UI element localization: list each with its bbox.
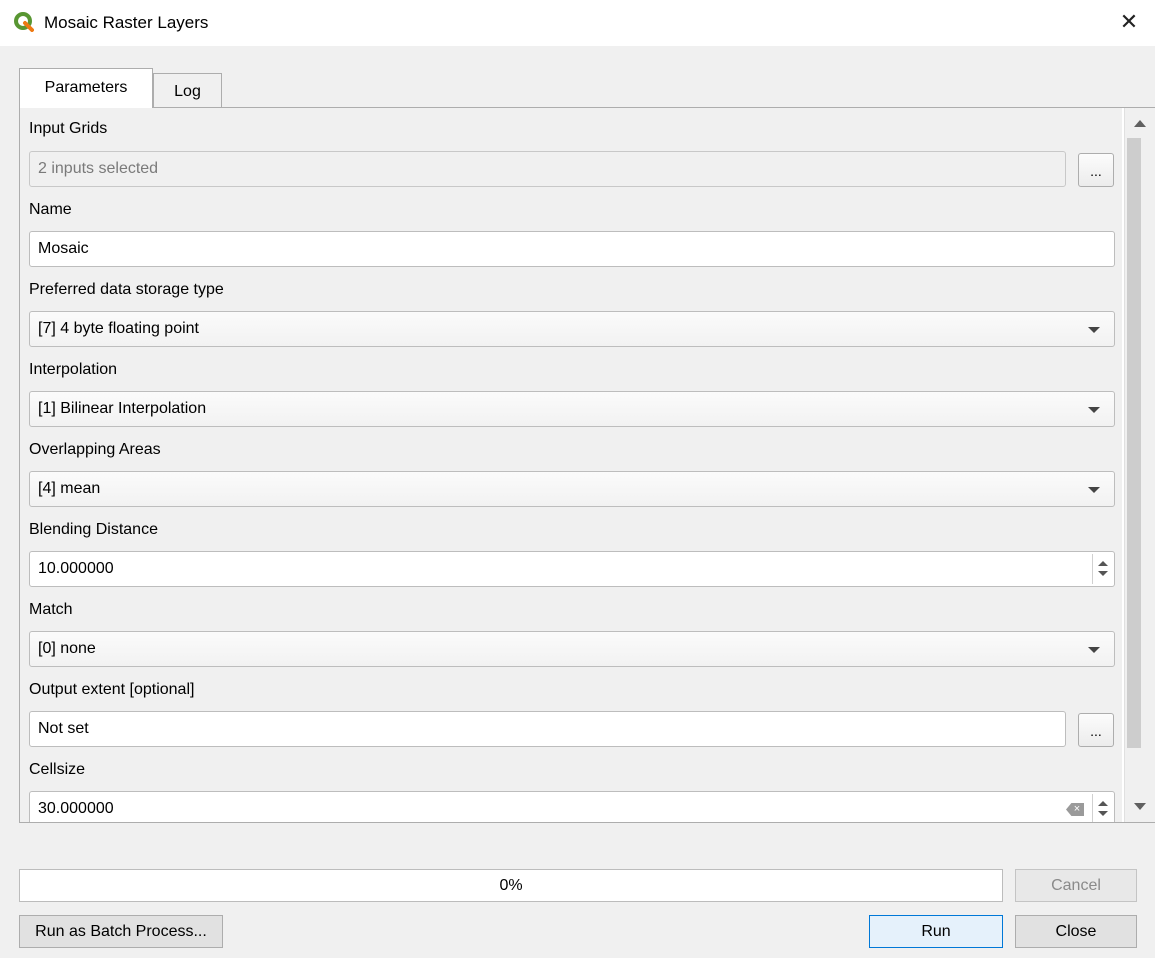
scroll-up-icon[interactable] bbox=[1134, 120, 1146, 127]
close-button[interactable]: Close bbox=[1015, 915, 1137, 948]
storage-type-value: [7] 4 byte floating point bbox=[38, 320, 199, 337]
interpolation-label: Interpolation bbox=[29, 361, 118, 378]
chevron-down-icon bbox=[1088, 647, 1100, 653]
overlapping-areas-value: [4] mean bbox=[38, 480, 101, 497]
title-bar: Mosaic Raster Layers ✕ bbox=[0, 0, 1155, 46]
cellsize-label: Cellsize bbox=[29, 761, 86, 778]
match-value: [0] none bbox=[38, 640, 96, 657]
spinner-arrows-icon[interactable] bbox=[1092, 794, 1112, 822]
cancel-button[interactable]: Cancel bbox=[1015, 869, 1137, 902]
run-as-batch-button[interactable]: Run as Batch Process... bbox=[19, 915, 223, 948]
window-title: Mosaic Raster Layers bbox=[44, 13, 209, 32]
scroll-down-icon[interactable] bbox=[1134, 803, 1146, 810]
match-label: Match bbox=[29, 601, 73, 618]
input-grids-label: Input Grids bbox=[29, 120, 108, 137]
chevron-down-icon bbox=[1088, 407, 1100, 413]
tab-parameters[interactable]: Parameters bbox=[19, 68, 153, 108]
scrollbar-thumb[interactable] bbox=[1127, 138, 1141, 748]
vertical-scrollbar[interactable] bbox=[1124, 108, 1155, 822]
tab-log[interactable]: Log bbox=[153, 73, 222, 108]
cellsize-field[interactable]: 30.000000 × bbox=[29, 791, 1115, 822]
output-extent-label: Output extent [optional] bbox=[29, 681, 195, 698]
spinner-arrows-icon[interactable] bbox=[1092, 554, 1112, 584]
name-field[interactable]: Mosaic bbox=[29, 231, 1115, 267]
run-button[interactable]: Run bbox=[869, 915, 1003, 948]
name-label: Name bbox=[29, 201, 72, 218]
parameters-scroll-area: Input Grids 2 inputs selected ... Name M… bbox=[20, 108, 1122, 822]
close-icon[interactable]: ✕ bbox=[1115, 8, 1143, 36]
blending-distance-field[interactable]: 10.000000 bbox=[29, 551, 1115, 587]
input-grids-field[interactable]: 2 inputs selected bbox=[29, 151, 1066, 187]
progress-bar: 0% bbox=[19, 869, 1003, 902]
cellsize-value: 30.000000 bbox=[38, 800, 114, 817]
output-extent-menu-button[interactable]: ... bbox=[1078, 713, 1114, 747]
match-select[interactable]: [0] none bbox=[29, 631, 1115, 667]
storage-type-label: Preferred data storage type bbox=[29, 281, 224, 298]
blending-distance-value: 10.000000 bbox=[38, 560, 114, 577]
interpolation-select[interactable]: [1] Bilinear Interpolation bbox=[29, 391, 1115, 427]
overlapping-areas-select[interactable]: [4] mean bbox=[29, 471, 1115, 507]
clear-input-icon[interactable]: × bbox=[1066, 803, 1084, 816]
chevron-down-icon bbox=[1088, 327, 1100, 333]
chevron-down-icon bbox=[1088, 487, 1100, 493]
overlapping-areas-label: Overlapping Areas bbox=[29, 441, 161, 458]
output-extent-field[interactable]: Not set bbox=[29, 711, 1066, 747]
storage-type-select[interactable]: [7] 4 byte floating point bbox=[29, 311, 1115, 347]
input-grids-browse-button[interactable]: ... bbox=[1078, 153, 1114, 187]
interpolation-value: [1] Bilinear Interpolation bbox=[38, 400, 207, 417]
qgis-logo-icon bbox=[14, 12, 34, 32]
blending-distance-label: Blending Distance bbox=[29, 521, 158, 538]
